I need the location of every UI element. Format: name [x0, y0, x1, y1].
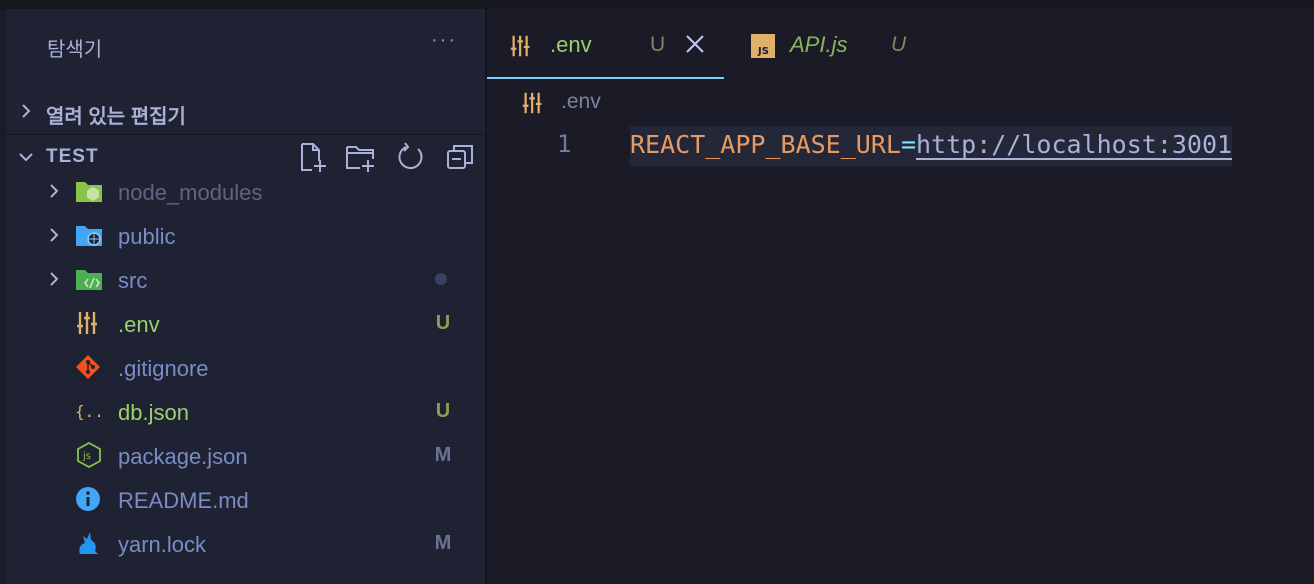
tree-item-label: .env: [118, 312, 160, 337]
tree-item-label: package.json: [118, 444, 248, 469]
sidebar-divider[interactable]: [485, 9, 487, 584]
open-editors-section[interactable]: 열려 있는 편집기: [6, 89, 485, 133]
tree-item-label: README.md: [118, 488, 249, 513]
env-settings-icon: [77, 312, 97, 334]
untracked-badge: U: [435, 312, 451, 334]
window-top-strip: [0, 0, 1314, 9]
tree-item-label: node_modules: [118, 180, 263, 205]
tree-item-db-json[interactable]: {..} db.json U: [6, 389, 485, 433]
tab-label: API.js: [790, 32, 848, 57]
chevron-right-icon: [22, 104, 31, 118]
src-folder-icon: [76, 270, 102, 290]
env-key: REACT_APP_BASE_URL: [630, 130, 901, 159]
tree-item-label: public: [118, 224, 176, 249]
workspace-label: TEST: [46, 146, 99, 167]
tree-item-readme[interactable]: README.md: [6, 477, 485, 521]
tree-item-public[interactable]: public: [6, 213, 485, 257]
equals-sign: =: [900, 130, 916, 159]
explorer-sidebar: 탐색기 ··· 열려 있는 편집기 TEST node_modules publ…: [6, 9, 485, 584]
svg-text:{..}: {..}: [75, 402, 103, 421]
svg-text:JS: JS: [757, 46, 769, 57]
git-icon: [76, 355, 100, 379]
code-text[interactable]: REACT_APP_BASE_URL=http://localhost:3001: [630, 126, 1233, 166]
tree-item-label: yarn.lock: [118, 532, 207, 557]
tree-item-label: db.json: [118, 400, 189, 425]
tab-env[interactable]: .env U: [487, 9, 724, 79]
untracked-badge: U: [435, 400, 451, 422]
tree-item-yarn-lock[interactable]: yarn.lock M: [6, 521, 485, 565]
tree-item-label: src: [118, 268, 148, 293]
yarn-cat-icon: [79, 532, 98, 554]
tree-item-env[interactable]: .env U: [6, 301, 485, 345]
info-icon: [76, 487, 100, 511]
nodejs-icon: js: [77, 442, 101, 468]
close-icon[interactable]: [684, 33, 706, 55]
public-folder-icon: [76, 226, 102, 246]
json-braces-icon: {..}: [75, 402, 103, 421]
tab-api-js[interactable]: JS API.js U: [724, 9, 924, 79]
breadcrumb-file: .env: [561, 90, 601, 113]
tree-item-gitignore[interactable]: .gitignore: [6, 345, 485, 389]
svg-text:js: js: [82, 451, 91, 462]
chevron-right-icon: [50, 228, 59, 242]
tree-item-package-json[interactable]: js package.json M: [6, 433, 485, 477]
editor-tab-bar: .env U JS API.js U: [487, 9, 1314, 79]
javascript-icon: JS: [751, 34, 775, 58]
tree-item-label: .gitignore: [118, 356, 209, 381]
chevron-down-icon: [19, 153, 33, 162]
line-number: 1: [557, 130, 572, 158]
env-settings-icon: [522, 92, 542, 114]
modified-badge: M: [434, 444, 452, 466]
env-settings-icon: [510, 35, 530, 57]
tab-label: .env: [550, 32, 592, 57]
node-folder-icon: [76, 182, 102, 202]
untracked-badge: U: [891, 33, 907, 56]
tree-item-node-modules[interactable]: node_modules: [6, 169, 485, 213]
env-value-link[interactable]: http://localhost:3001: [916, 130, 1232, 159]
untracked-badge: U: [650, 33, 666, 56]
chevron-right-icon: [50, 272, 59, 286]
more-actions-button[interactable]: ···: [424, 29, 464, 59]
code-line[interactable]: 1 REACT_APP_BASE_URL=http://localhost:30…: [487, 126, 1314, 166]
modified-badge: M: [434, 532, 452, 554]
open-editors-label: 열려 있는 편집기: [46, 106, 186, 128]
modified-dot: [435, 273, 447, 285]
tree-item-src[interactable]: src: [6, 257, 485, 301]
explorer-title: 탐색기: [47, 39, 103, 61]
chevron-right-icon: [50, 184, 59, 198]
